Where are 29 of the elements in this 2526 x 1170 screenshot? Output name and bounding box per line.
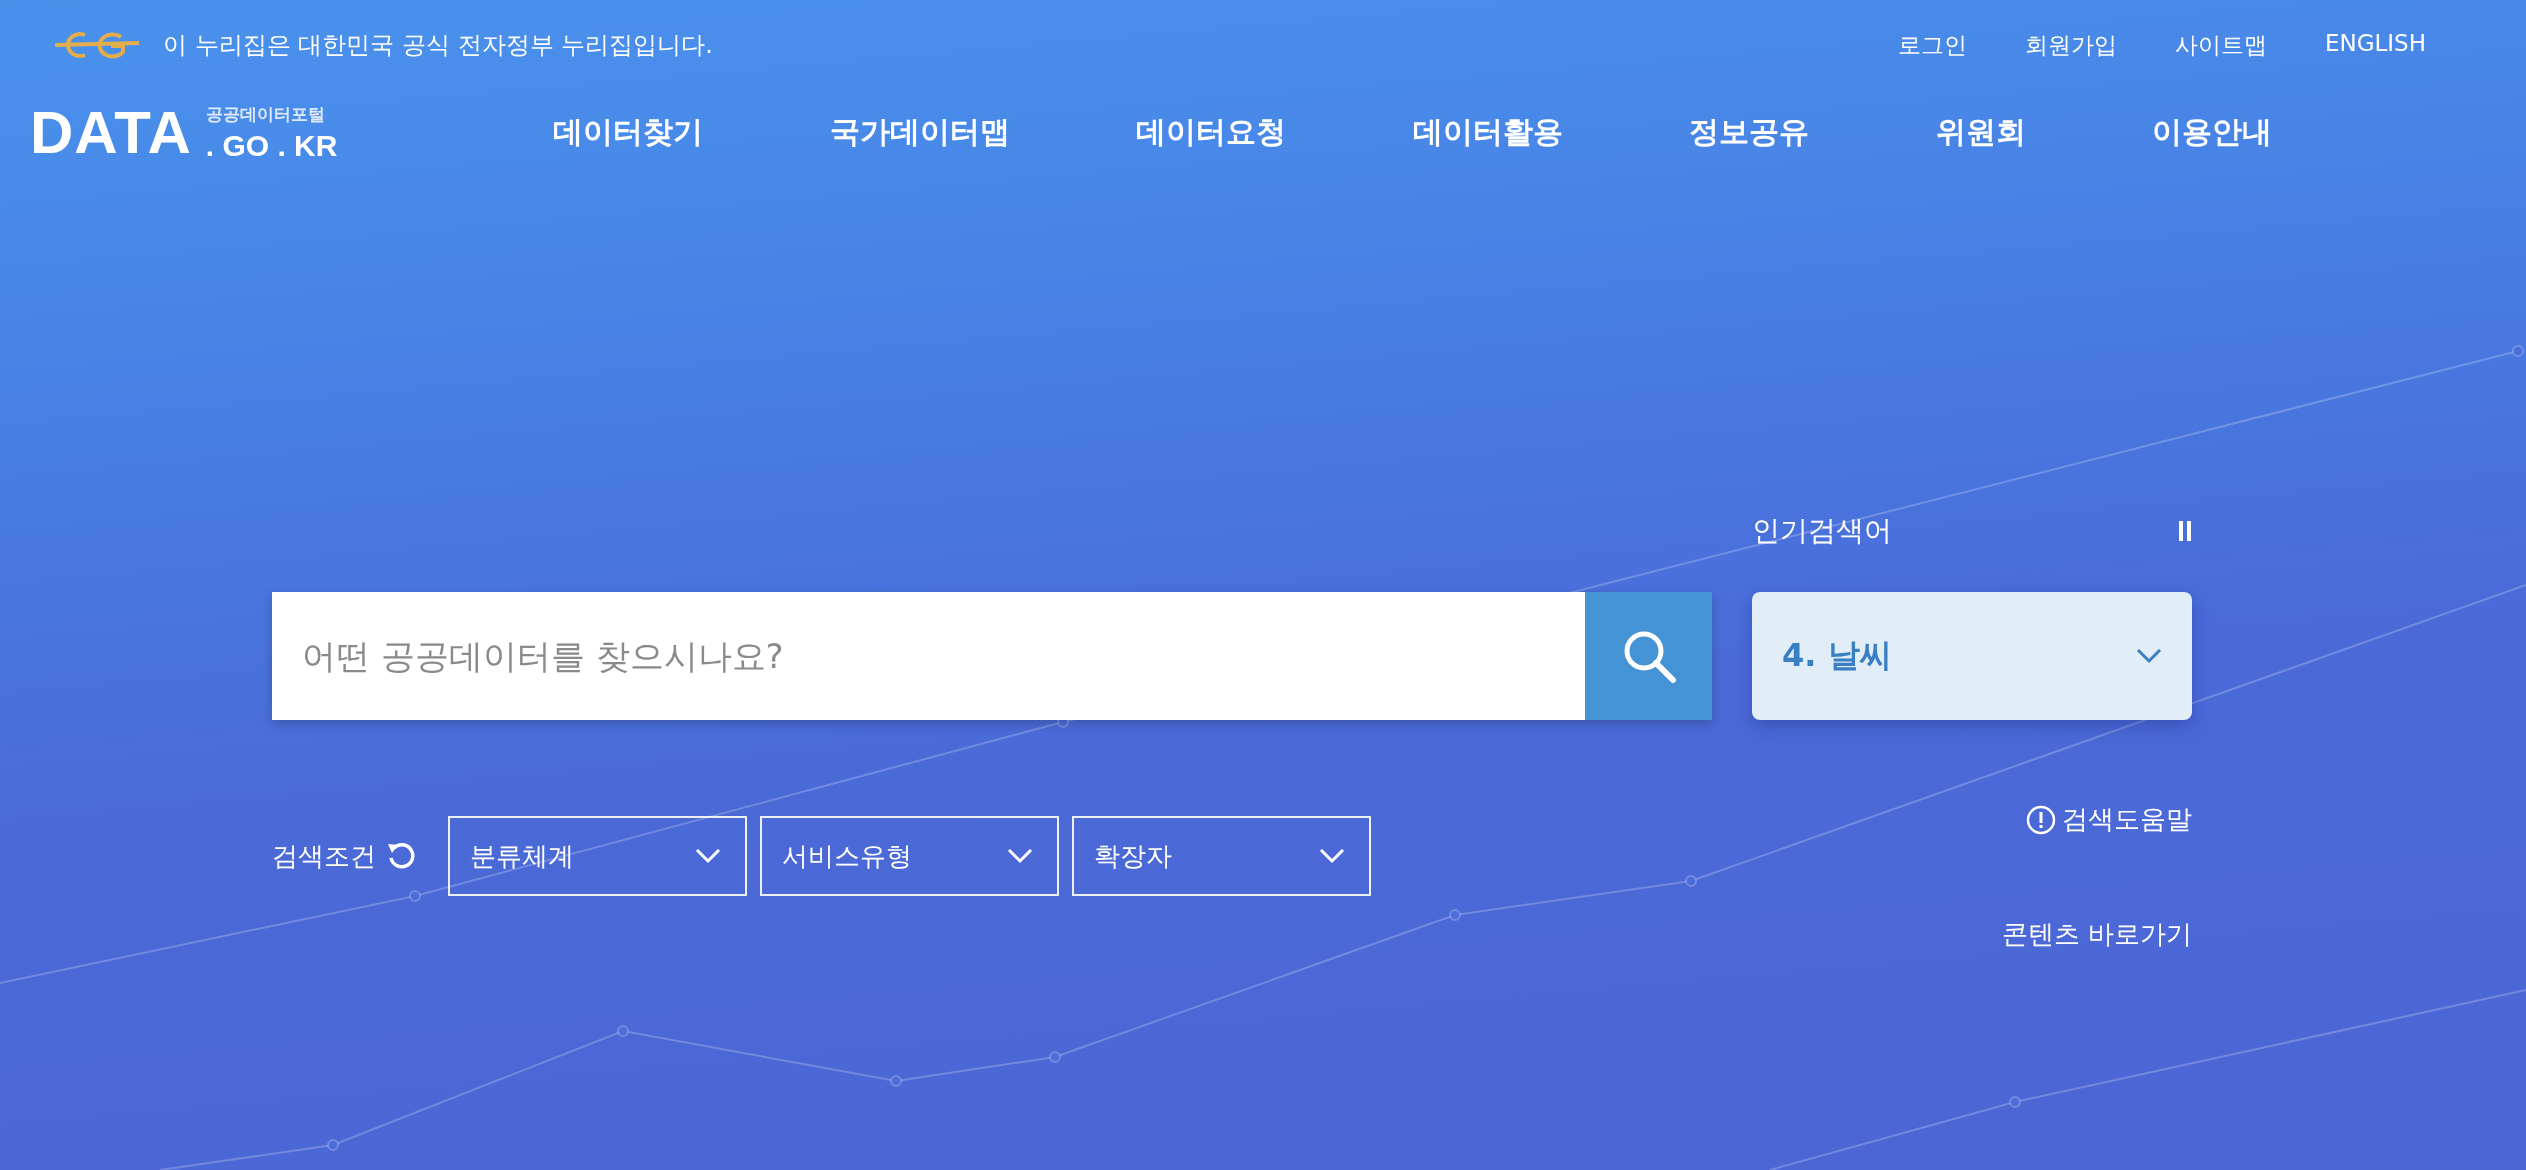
chevron-down-icon [695,848,721,864]
top-link[interactable]: 사이트맵 [2174,29,2267,61]
skip-to-content-link[interactable]: 콘텐츠 바로가기 [2001,917,2192,952]
official-site-notice: 이 누리집은 대한민국 공식 전자정부 누리집입니다. [163,30,713,61]
reset-icon[interactable] [386,840,418,872]
chevron-down-icon [1007,848,1033,864]
search-help-link[interactable]: 검색도움말 [2026,802,2192,837]
popular-searches-title: 인기검색어 [1752,513,1892,549]
nav-menu-item[interactable]: 국가데이터맵 [829,112,1010,153]
dropdown-select[interactable]: 서비스유형 [760,816,1059,896]
info-icon [2026,804,2056,835]
chevron-down-icon [2136,648,2162,664]
nav-menu-item[interactable]: 데이터활용 [1412,112,1563,153]
search-button[interactable] [1585,592,1712,720]
search-conditions-label: 검색조건 [272,839,376,873]
nav-menu-item[interactable]: 데이터요청 [1136,112,1286,153]
popular-search-dropdown[interactable]: 4. 날씨 [1752,592,2192,720]
nav-menu-item[interactable]: 데이터찾기 [553,112,703,153]
pause-icon[interactable] [2178,521,2192,541]
chevron-down-icon [1319,848,1345,864]
nav-menu-item[interactable]: 이용안내 [2152,112,2272,153]
top-link[interactable]: 회원가입 [2024,29,2117,61]
dropdown-select[interactable]: 확장자 [1072,816,1371,896]
dropdown-select[interactable]: 분류체계 [448,816,747,896]
nav-menu-item[interactable]: 위원회 [1935,112,2026,153]
top-link[interactable]: 로그인 [1897,29,1967,61]
top-link[interactable]: ENGLISH [2324,29,2426,61]
nav-menu-item[interactable]: 정보공유 [1689,112,1809,153]
search-field[interactable]: 어떤 공공데이터를 찾으시나요? [272,592,1585,720]
